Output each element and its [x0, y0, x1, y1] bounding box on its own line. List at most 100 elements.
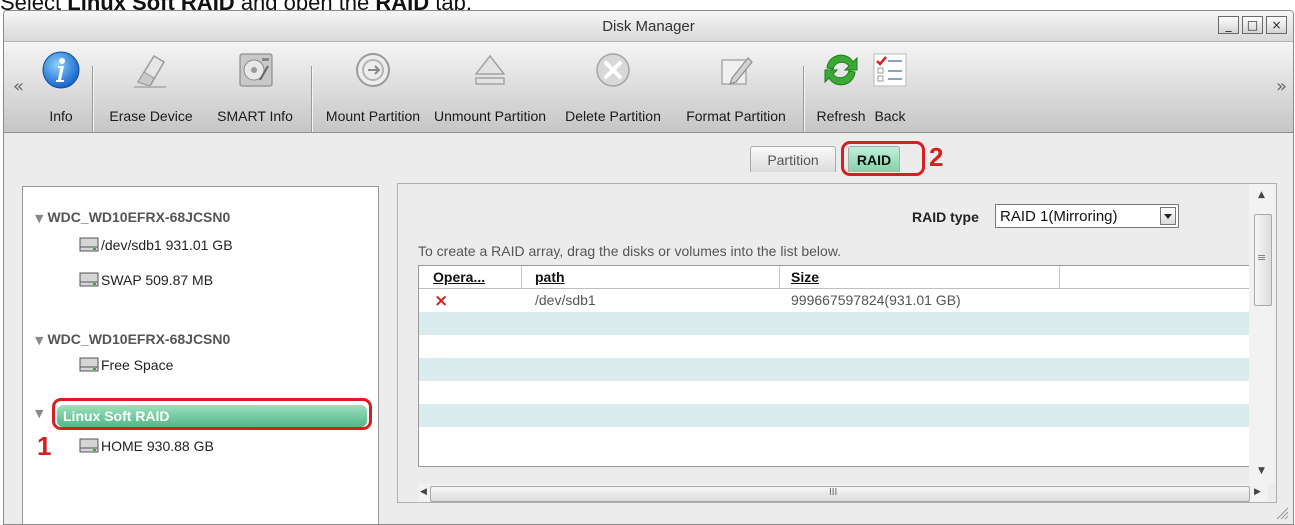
drive-icon: [79, 237, 99, 252]
disk-2-label: WDC_WD10EFRX-68JCSN0: [47, 331, 231, 347]
smart-info-button[interactable]: SMART Info: [204, 42, 306, 132]
erase-device-button[interactable]: Erase Device: [98, 42, 204, 132]
tree-linux-soft-raid[interactable]: Linux Soft RAID: [57, 405, 367, 427]
column-divider[interactable]: [1059, 266, 1060, 288]
tree-disk-1[interactable]: ▼ WDC_WD10EFRX-68JCSN0: [35, 209, 230, 225]
partition-swap-label: SWAP 509.87 MB: [101, 272, 214, 288]
column-path[interactable]: path: [535, 269, 565, 285]
drive-icon: [79, 438, 99, 453]
delete-icon: [596, 53, 630, 87]
scroll-up-icon[interactable]: ▲: [1258, 190, 1265, 200]
format-pencil-icon: [721, 57, 753, 85]
raid-member-grid[interactable]: Opera... path Size × /dev/sdb1 999667597…: [418, 265, 1250, 467]
toolbar-scroll-right-icon[interactable]: »: [1276, 76, 1287, 97]
close-button[interactable]: ×: [1266, 16, 1287, 34]
toolbar-scroll-left-icon[interactable]: «: [13, 76, 24, 97]
mount-icon: [356, 53, 390, 87]
step-2-badge: 2: [929, 142, 944, 172]
tree-item[interactable]: HOME 930.88 GB: [79, 438, 214, 454]
delete-partition-button[interactable]: Delete Partition: [552, 42, 674, 132]
checklist-icon: [873, 53, 907, 87]
tree-item[interactable]: SWAP 509.87 MB: [79, 272, 213, 288]
drive-icon: [79, 357, 99, 372]
toolbar-divider: [803, 66, 805, 132]
row-path: /dev/sdb1: [535, 292, 596, 308]
erase-device-label: Erase Device: [109, 108, 193, 124]
column-divider[interactable]: [521, 266, 522, 288]
tab-partition[interactable]: Partition: [750, 146, 836, 172]
resize-grip-icon[interactable]: [1275, 506, 1289, 520]
tab-raid[interactable]: RAID: [848, 146, 900, 172]
mount-partition-button[interactable]: Mount Partition: [318, 42, 428, 132]
refresh-icon: [824, 54, 858, 86]
free-space-label: Free Space: [101, 357, 174, 373]
disk-manager-window: Disk Manager _ □ × « » Info Erase Device…: [3, 10, 1294, 525]
vertical-scrollbar[interactable]: ▲ ≡ ▼: [1249, 184, 1275, 484]
empty-row: [419, 335, 1249, 358]
raid-home-label: HOME 930.88 GB: [101, 438, 214, 454]
empty-row: [419, 427, 1249, 450]
scroll-right-icon[interactable]: ▶: [1254, 487, 1261, 497]
tree-disk-2[interactable]: ▼ WDC_WD10EFRX-68JCSN0: [35, 331, 230, 347]
grip-lines-icon: ≡: [1257, 251, 1267, 264]
column-operation[interactable]: Opera...: [433, 269, 485, 285]
toolbar-divider: [92, 66, 94, 132]
raid-type-label: RAID type: [912, 209, 979, 225]
format-partition-label: Format Partition: [686, 108, 786, 124]
info-icon: [42, 51, 80, 89]
horizontal-scrollbar[interactable]: ◀ III ▶: [418, 484, 1268, 502]
disk-1-label: WDC_WD10EFRX-68JCSN0: [47, 209, 231, 225]
minimize-button[interactable]: _: [1218, 16, 1239, 34]
table-row[interactable]: × /dev/sdb1 999667597824(931.01 GB): [419, 289, 1249, 312]
window-controls: _ □ ×: [1218, 16, 1287, 34]
eject-icon: [474, 54, 506, 85]
back-button[interactable]: Back: [866, 42, 914, 132]
back-label: Back: [874, 108, 906, 124]
grip-lines-icon: III: [829, 487, 838, 498]
raid-type-select[interactable]: RAID 1(Mirroring): [995, 204, 1179, 228]
vertical-scroll-thumb[interactable]: ≡: [1254, 214, 1272, 306]
unmount-partition-label: Unmount Partition: [433, 108, 547, 124]
remove-member-icon[interactable]: ×: [434, 291, 448, 311]
refresh-button[interactable]: Refresh: [810, 42, 872, 132]
tree-item[interactable]: Free Space: [79, 357, 173, 373]
chevron-down-icon[interactable]: [1160, 207, 1176, 225]
expand-arrow-icon[interactable]: ▼: [35, 334, 43, 347]
info-button[interactable]: Info: [36, 42, 86, 132]
raid-type-value: RAID 1(Mirroring): [1000, 208, 1118, 225]
eraser-icon: [134, 54, 166, 88]
refresh-label: Refresh: [816, 108, 866, 124]
raid-panel: RAID type RAID 1(Mirroring) To create a …: [397, 183, 1277, 503]
hard-drive-icon: [239, 53, 273, 87]
empty-row: [419, 358, 1249, 381]
horizontal-scroll-thumb[interactable]: III: [430, 486, 1250, 502]
delete-partition-label: Delete Partition: [565, 108, 661, 124]
drive-icon: [79, 272, 99, 287]
partition-sdb1-label: /dev/sdb1 931.01 GB: [101, 237, 233, 253]
column-divider[interactable]: [779, 266, 780, 288]
scroll-down-icon[interactable]: ▼: [1258, 466, 1265, 476]
grid-header: Opera... path Size: [419, 266, 1249, 289]
toolbar: « » Info Erase Device SMART Info Mount P…: [4, 42, 1293, 133]
info-button-label: Info: [49, 108, 73, 124]
expand-arrow-icon[interactable]: ▼: [35, 212, 43, 225]
step-1-badge: 1: [37, 431, 52, 461]
title-bar[interactable]: Disk Manager _ □ ×: [4, 11, 1293, 42]
format-partition-button[interactable]: Format Partition: [674, 42, 798, 132]
smart-info-label: SMART Info: [217, 108, 293, 124]
expand-arrow-icon[interactable]: ▼: [35, 407, 43, 420]
mount-partition-label: Mount Partition: [325, 108, 421, 124]
empty-row: [419, 404, 1249, 427]
window-title: Disk Manager: [602, 18, 695, 35]
main-content: Partition RAID 2 ▼ WDC_WD10EFRX-68JCSN0 /…: [4, 133, 1293, 524]
raid-instructions: To create a RAID array, drag the disks o…: [418, 243, 842, 259]
scroll-left-icon[interactable]: ◀: [420, 487, 427, 497]
maximize-button[interactable]: □: [1242, 16, 1263, 34]
toolbar-divider: [311, 66, 313, 132]
column-size[interactable]: Size: [791, 269, 819, 285]
empty-row: [419, 381, 1249, 404]
tree-item[interactable]: /dev/sdb1 931.01 GB: [79, 237, 233, 253]
unmount-partition-button[interactable]: Unmount Partition: [428, 42, 552, 132]
disk-tree: ▼ WDC_WD10EFRX-68JCSN0 /dev/sdb1 931.01 G…: [22, 186, 379, 524]
empty-row: [419, 312, 1249, 335]
